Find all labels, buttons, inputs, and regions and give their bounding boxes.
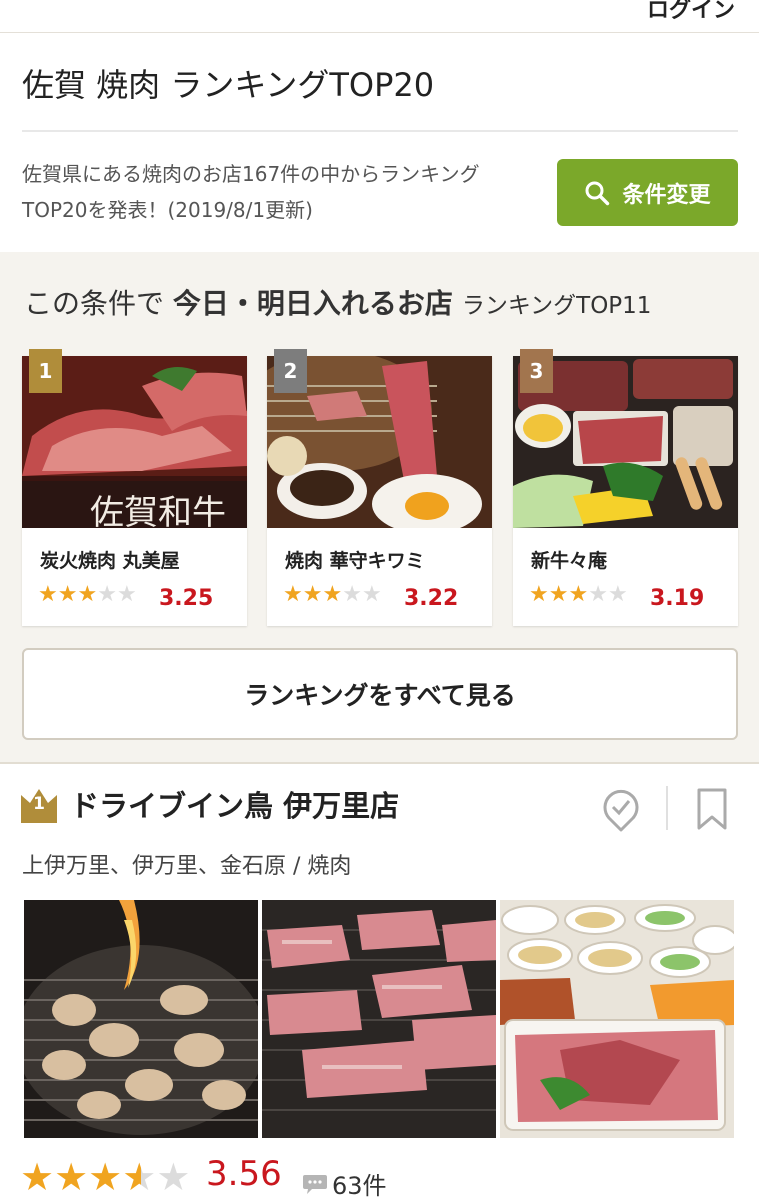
heading-highlight: 今日・明日入れるお店 xyxy=(172,287,453,320)
star-filled-icon: ★ xyxy=(529,582,549,607)
shop-name[interactable]: 焼肉 華守キワミ xyxy=(285,546,425,573)
title-divider xyxy=(22,130,738,132)
page-title: 佐賀 焼肉 ランキングTOP20 xyxy=(22,66,435,104)
shop-rating-score: 3.56 xyxy=(206,1154,282,1194)
star-half-icon: ★ xyxy=(122,1155,157,1199)
rating-score: 3.25 xyxy=(159,586,214,611)
ranking-card-3[interactable]: 3 新牛々庵 ★ ★ ★ ★ ★ 3.19 xyxy=(513,349,738,626)
star-empty-icon: ★ xyxy=(607,582,628,607)
star-empty-icon: ★ xyxy=(116,582,137,607)
shop-photo-gallery xyxy=(24,900,734,1138)
star-empty-icon: ★ xyxy=(588,582,608,607)
star-filled-icon: ★ xyxy=(54,1155,89,1199)
star-filled-icon: ★ xyxy=(88,1155,123,1199)
ranking-card-2[interactable]: 2 焼肉 華守キワミ ★ ★ ★ ★ ★ 3.22 xyxy=(267,349,492,626)
view-all-ranking-button[interactable]: ランキングをすべて見る xyxy=(22,648,738,740)
change-conditions-button[interactable]: 条件変更 xyxy=(557,159,738,226)
star-filled-icon: ★ xyxy=(283,582,303,607)
bookmark-icon[interactable] xyxy=(695,787,729,831)
search-icon xyxy=(585,181,610,205)
star-empty-icon: ★ xyxy=(361,582,382,607)
star-filled-icon: ★ xyxy=(548,582,569,607)
star-empty-icon: ★ xyxy=(156,1155,191,1199)
icon-divider xyxy=(666,786,668,830)
top-bar: ログイン xyxy=(0,0,759,33)
today-section-heading: この条件で 今日・明日入れるお店 ランキングTOP11 xyxy=(24,282,651,322)
today-tomorrow-section: この条件で 今日・明日入れるお店 ランキングTOP11 1 佐賀和牛 炭火焼肉 … xyxy=(0,252,759,764)
comment-icon xyxy=(303,1174,327,1194)
star-filled-icon: ★ xyxy=(322,582,343,607)
star-filled-icon: ★ xyxy=(57,582,78,607)
heading-prefix: この条件で xyxy=(24,287,165,320)
star-filled-icon: ★ xyxy=(302,582,323,607)
star-empty-icon: ★ xyxy=(97,582,117,607)
shop-title[interactable]: ドライブイン鳥 伊万里店 xyxy=(70,783,399,825)
shop-photo-3[interactable] xyxy=(500,900,734,1138)
shop-name[interactable]: 炭火焼肉 丸美屋 xyxy=(40,546,180,573)
check-pin-icon[interactable] xyxy=(601,788,641,832)
shop-star-rating: ★ ★ ★ ★ ★ xyxy=(20,1158,190,1196)
rank-badge: 2 xyxy=(274,349,307,393)
crown-icon: 1 xyxy=(20,787,58,823)
rating-score: 3.22 xyxy=(404,586,459,611)
change-conditions-label: 条件変更 xyxy=(622,182,711,208)
star-rating: ★ ★ ★ ★ ★ xyxy=(38,584,137,606)
rank-badge: 3 xyxy=(520,349,553,393)
star-filled-icon: ★ xyxy=(20,1155,55,1199)
star-filled-icon: ★ xyxy=(77,582,98,607)
heading-suffix: ランキングTOP11 xyxy=(461,293,652,319)
ranking-card-1[interactable]: 1 佐賀和牛 炭火焼肉 丸美屋 ★ ★ ★ ★ ★ 3.25 xyxy=(22,349,247,626)
login-link[interactable]: ログイン xyxy=(647,0,735,24)
star-filled-icon: ★ xyxy=(38,582,58,607)
photo-caption: 佐賀和牛 xyxy=(90,493,226,528)
review-count-label: 63件 xyxy=(332,1172,387,1200)
shop-area-genre: 上伊万里、伊万里、金石原 / 焼肉 xyxy=(22,854,352,879)
star-rating: ★ ★ ★ ★ ★ xyxy=(283,584,382,606)
star-empty-icon: ★ xyxy=(342,582,362,607)
review-count[interactable]: 63件 xyxy=(302,1166,387,1201)
shop-photo-2[interactable] xyxy=(262,900,496,1138)
star-filled-icon: ★ xyxy=(568,582,589,607)
page-description: 佐賀県にある焼肉のお店167件の中からランキングTOP20を発表！(2019/8… xyxy=(22,162,480,222)
shop-rank: 1 xyxy=(33,794,45,814)
rank-badge: 1 xyxy=(29,349,62,393)
shop-photo-1[interactable] xyxy=(24,900,258,1138)
shop-name[interactable]: 新牛々庵 xyxy=(531,546,607,573)
star-rating: ★ ★ ★ ★ ★ xyxy=(529,584,628,606)
rating-score: 3.19 xyxy=(650,586,705,611)
